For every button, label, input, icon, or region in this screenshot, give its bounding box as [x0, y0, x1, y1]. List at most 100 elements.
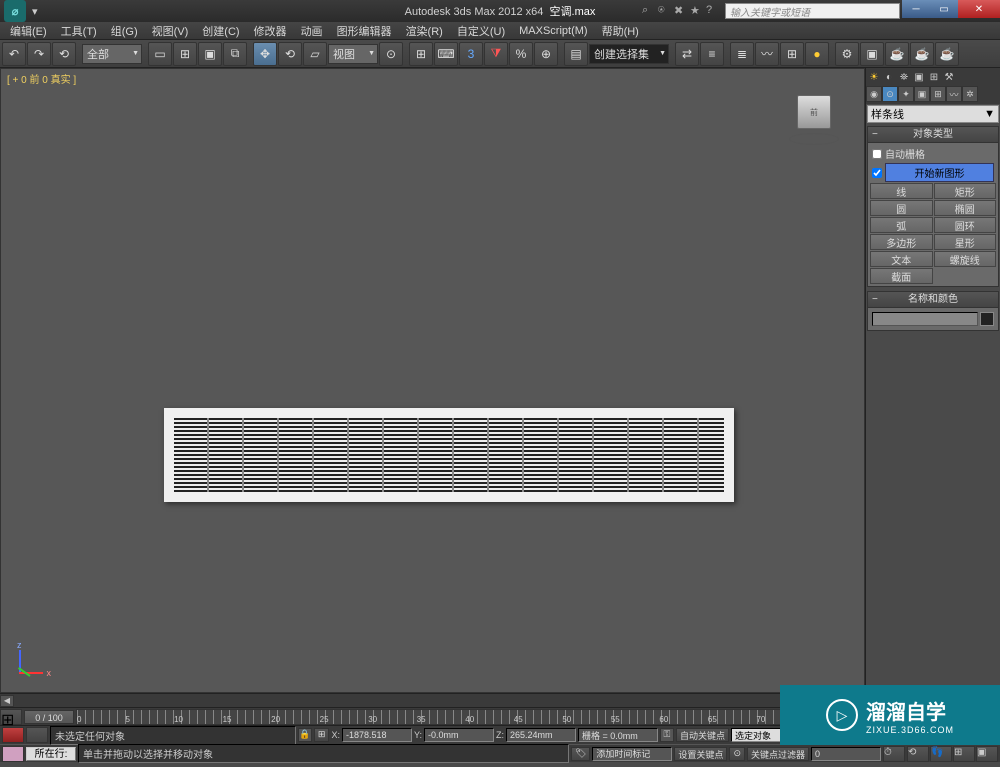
render-active-icon[interactable]: ☕: [935, 42, 959, 66]
viewcube[interactable]: 前: [784, 89, 844, 149]
app-logo-icon[interactable]: ⌀: [4, 0, 26, 22]
rollout-header-objtype[interactable]: 对象类型: [868, 127, 998, 143]
star-icon[interactable]: ★: [690, 4, 704, 18]
snap-toggle-icon[interactable]: 3: [459, 42, 483, 66]
tab-geometry-icon[interactable]: ◉: [866, 86, 882, 102]
autogrid-checkbox[interactable]: [872, 149, 882, 159]
nav-region-icon[interactable]: ▣: [976, 746, 998, 762]
monitor-icon[interactable]: ▣: [912, 70, 926, 84]
menu-animation[interactable]: 动画: [295, 22, 329, 40]
viewcube-ring-icon[interactable]: [789, 133, 839, 145]
help-icon[interactable]: ?: [706, 4, 720, 18]
btn-star[interactable]: 星形: [934, 234, 997, 250]
object-name-input[interactable]: [872, 312, 978, 326]
timeline-config-icon[interactable]: ⊞: [0, 709, 22, 725]
sun-icon[interactable]: ☀: [867, 70, 881, 84]
spinner-snap-icon[interactable]: ⊕: [534, 42, 558, 66]
help-search-input[interactable]: 输入关键字或短语: [725, 3, 900, 19]
btn-rectangle[interactable]: 矩形: [934, 183, 997, 199]
frame-slider[interactable]: 0 / 100: [24, 710, 74, 724]
exchange-icon[interactable]: ✖: [674, 4, 688, 18]
z-coord-input[interactable]: 265.24mm: [506, 728, 576, 742]
menu-grapheditors[interactable]: 图形编辑器: [331, 22, 398, 40]
circle-icon[interactable]: ◐: [882, 70, 896, 84]
nav-maxview-icon[interactable]: ⊞: [953, 746, 975, 762]
render-iter-icon[interactable]: ☕: [910, 42, 934, 66]
named-selset-dropdown[interactable]: 创建选择集: [589, 44, 669, 64]
render-frame-icon[interactable]: ▣: [860, 42, 884, 66]
select-name-icon[interactable]: ⊞: [173, 42, 197, 66]
tab-spacewarps-icon[interactable]: 〰: [946, 86, 962, 102]
infocenter-icon[interactable]: ⌕: [642, 4, 656, 18]
start-new-shape-button[interactable]: 开始新图形: [885, 163, 994, 182]
time-config-icon[interactable]: ⏱: [883, 746, 905, 762]
menu-rendering[interactable]: 渲染(R): [400, 22, 449, 40]
menu-create[interactable]: 创建(C): [196, 22, 245, 40]
select-icon[interactable]: ▭: [148, 42, 172, 66]
model-air-vent[interactable]: [164, 408, 734, 502]
minimize-button[interactable]: ─: [902, 0, 930, 18]
menu-views[interactable]: 视图(V): [146, 22, 195, 40]
btn-donut[interactable]: 圆环: [934, 217, 997, 233]
rotate-icon[interactable]: ⟲: [278, 42, 302, 66]
btn-section[interactable]: 截面: [870, 268, 933, 284]
btn-text[interactable]: 文本: [870, 251, 933, 267]
menu-group[interactable]: 组(G): [105, 22, 144, 40]
tab-cameras-icon[interactable]: ▣: [914, 86, 930, 102]
btn-ellipse[interactable]: 椭圆: [934, 200, 997, 216]
pivot-icon[interactable]: ⊙: [379, 42, 403, 66]
redo-icon[interactable]: ↷: [27, 42, 51, 66]
angle-snap-icon[interactable]: ⧩: [484, 42, 508, 66]
setkey-big-icon[interactable]: ⊙: [729, 747, 745, 761]
current-frame-input[interactable]: 0: [811, 747, 881, 761]
scale-icon[interactable]: ▱: [303, 42, 327, 66]
x-coord-input[interactable]: -1878.518: [342, 728, 412, 742]
grid-icon[interactable]: ⊞: [927, 70, 941, 84]
menu-help[interactable]: 帮助(H): [596, 22, 645, 40]
nav-walk-icon[interactable]: 👣: [930, 746, 952, 762]
rect-select-icon[interactable]: ▣: [198, 42, 222, 66]
tab-lights-icon[interactable]: ✦: [898, 86, 914, 102]
keyboard-shortcut-icon[interactable]: ⌨: [434, 42, 458, 66]
window-crossing-icon[interactable]: ⧉: [223, 42, 247, 66]
btn-arc[interactable]: 弧: [870, 217, 933, 233]
selection-filter-dropdown[interactable]: 全部: [82, 44, 142, 64]
btn-circle[interactable]: 圆: [870, 200, 933, 216]
tab-helpers-icon[interactable]: ⊞: [930, 86, 946, 102]
abs-rel-icon[interactable]: ⊞: [314, 728, 330, 742]
y-coord-input[interactable]: -0.0mm: [424, 728, 494, 742]
key-icon[interactable]: ⚿: [660, 728, 674, 742]
undo-icon[interactable]: ↶: [2, 42, 26, 66]
keyfilter-button[interactable]: 关键点过滤器: [747, 747, 809, 761]
menu-tools[interactable]: 工具(T): [55, 22, 103, 40]
ref-coord-dropdown[interactable]: 视图: [328, 44, 378, 64]
selection-lock-icon[interactable]: 🔒: [298, 728, 312, 742]
setkey-button[interactable]: 设置关键点: [674, 747, 727, 761]
tab-systems-icon[interactable]: ✲: [962, 86, 978, 102]
quick-access-1[interactable]: ▾: [32, 5, 38, 18]
viewcube-cube-icon[interactable]: 前: [797, 95, 831, 129]
hammer-icon[interactable]: ⚒: [942, 70, 956, 84]
maxscript-mini-listener-icon[interactable]: [2, 727, 24, 743]
edit-named-sel-icon[interactable]: ▤: [564, 42, 588, 66]
link-icon[interactable]: ⟲: [52, 42, 76, 66]
person-icon[interactable]: ⛯: [897, 70, 911, 84]
layers-icon[interactable]: ≣: [730, 42, 754, 66]
macro-rec-icon[interactable]: [26, 727, 48, 743]
menu-customize[interactable]: 自定义(U): [451, 22, 511, 40]
scroll-left-icon[interactable]: ◀: [0, 695, 14, 707]
menu-modifiers[interactable]: 修改器: [248, 22, 293, 40]
render-setup-icon[interactable]: ⚙: [835, 42, 859, 66]
viewport[interactable]: [ + 0 前 0 真实 ] 前: [0, 68, 865, 693]
manipulate-icon[interactable]: ⊞: [409, 42, 433, 66]
btn-helix[interactable]: 螺旋线: [934, 251, 997, 267]
signin-icon[interactable]: ⍟: [658, 4, 672, 18]
curve-editor-icon[interactable]: 〰: [755, 42, 779, 66]
maximize-button[interactable]: ▭: [930, 0, 958, 18]
menu-edit[interactable]: 编辑(E): [4, 22, 53, 40]
object-color-swatch[interactable]: [980, 312, 994, 326]
add-time-tag[interactable]: 添加时间标记: [592, 747, 672, 761]
btn-line[interactable]: 线: [870, 183, 933, 199]
percent-snap-icon[interactable]: %: [509, 42, 533, 66]
subcategory-dropdown[interactable]: 样条线▼: [867, 105, 999, 123]
